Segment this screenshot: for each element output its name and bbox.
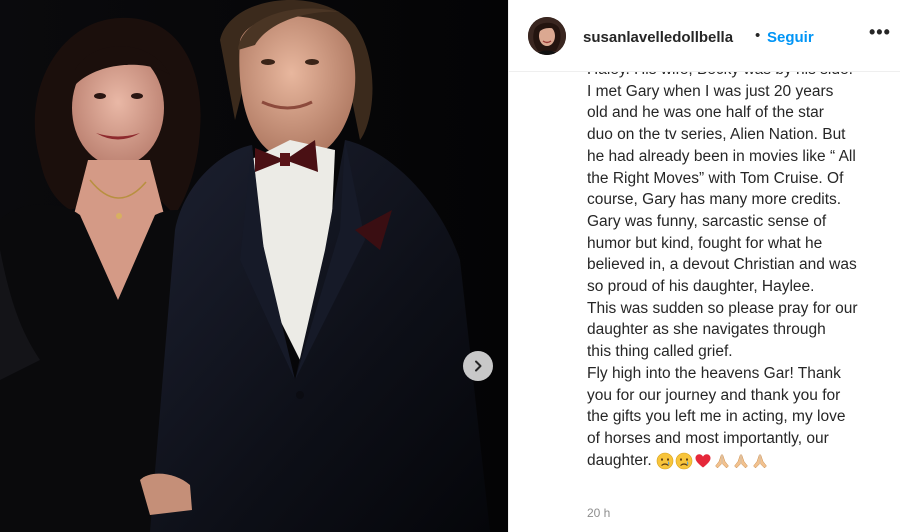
caption-line: Fly high into the heavens Gar! Thank: [587, 364, 841, 382]
username[interactable]: susanlavelledollbella: [583, 29, 733, 46]
post-header: susanlavelledollbella • Seguir •••: [509, 0, 900, 72]
crying-face-icon: [675, 452, 693, 469]
caption-line: the gifts you left me in acting, my love: [587, 408, 846, 426]
caption-line: he had already been in movies like “ All: [587, 147, 856, 165]
folded-hands-icon: [753, 453, 767, 468]
post-photo: [0, 0, 508, 532]
caption-line: I met Gary when I was just 20 years: [587, 82, 834, 100]
caption-line: daughter as she navigates through: [587, 321, 826, 339]
caption-line-last: daughter.: [587, 450, 887, 472]
caption-line: of horses and most importantly, our: [587, 429, 829, 447]
next-image-button[interactable]: [463, 351, 493, 381]
folded-hands-icon: [715, 453, 729, 468]
header-separator: •: [755, 27, 761, 44]
emoji-row: [656, 452, 769, 470]
caption-line: old and he was one half of the star: [587, 104, 824, 122]
caption-line: humor but kind, fought for what he: [587, 234, 823, 252]
caption-line: this thing called grief.: [587, 343, 733, 361]
caption-line: duo on the tv series, Alien Nation. But: [587, 126, 846, 144]
red-heart-icon: [695, 453, 711, 468]
more-options-icon[interactable]: •••: [869, 22, 891, 43]
caption-line: you for our journey and thank you for: [587, 386, 841, 404]
chevron-right-icon: [475, 360, 482, 372]
folded-hands-icon: [734, 453, 748, 468]
caption-line: This was sudden so please pray for our: [587, 299, 858, 317]
caption-line: believed in, a devout Christian and was: [587, 256, 857, 274]
caption-last-text: daughter.: [587, 451, 652, 469]
caption-line: the Right Moves” with Tom Cruise. Of: [587, 169, 844, 187]
post-timestamp[interactable]: 20 h: [587, 506, 610, 520]
follow-button[interactable]: Seguir: [767, 29, 814, 46]
caption-scroll-area[interactable]: Haley. His wife, Becky was by his side. …: [509, 72, 900, 500]
photo-image: [0, 0, 508, 532]
caption-line: Haley. His wife, Becky was by his side.: [587, 72, 887, 81]
post-caption: Haley. His wife, Becky was by his side. …: [587, 72, 887, 471]
caption-line: course, Gary has many more credits.: [587, 191, 842, 209]
caption-line: Gary was funny, sarcastic sense of: [587, 212, 827, 230]
crying-face-icon: [656, 452, 674, 469]
avatar-image: [528, 17, 566, 55]
caption-line: so proud of his daughter, Haylee.: [587, 278, 815, 296]
post-side-panel: susanlavelledollbella • Seguir ••• Haley…: [508, 0, 900, 532]
avatar[interactable]: [528, 17, 566, 55]
